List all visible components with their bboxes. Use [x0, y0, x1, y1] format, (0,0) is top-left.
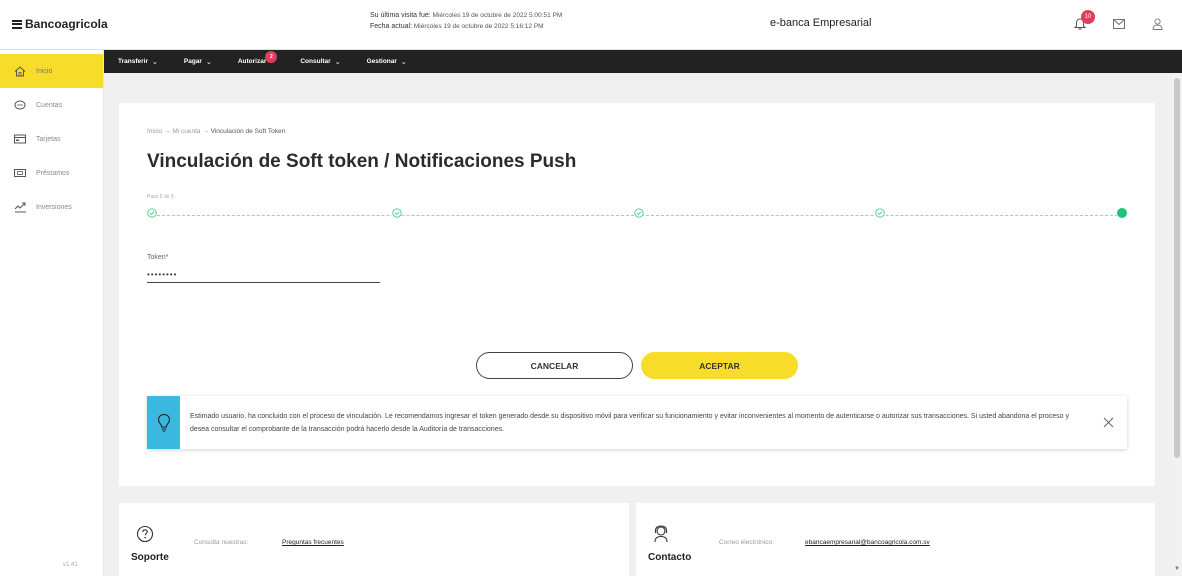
- breadcrumb-inicio[interactable]: Inicio: [147, 128, 162, 135]
- chevron-down-icon: ⌄: [334, 58, 341, 66]
- accept-button[interactable]: ACEPTAR: [641, 352, 798, 379]
- token-label: Token*: [147, 254, 169, 261]
- card-icon: [12, 132, 28, 146]
- sidebar-item-inversiones[interactable]: Inversiones: [0, 190, 103, 224]
- check-circle-icon: [874, 207, 885, 218]
- sidebar-item-label: Préstamos: [36, 169, 70, 177]
- chevron-down-icon: ⌄: [400, 58, 407, 66]
- sidebar-item-prestamos[interactable]: Préstamos: [0, 156, 103, 190]
- faq-link[interactable]: Preguntas frecuentes: [282, 539, 344, 546]
- sidebar-item-label: Inversiones: [36, 203, 72, 211]
- step-1-complete: [146, 207, 157, 218]
- visit-info: Su última visita fue: Miércoles 19 de oc…: [370, 10, 562, 32]
- close-icon: [1103, 417, 1113, 428]
- main-card: Inicio → Mi cuenta → Vinculación de Soft…: [119, 103, 1155, 486]
- step-label: Paso 5 de 5: [147, 194, 174, 200]
- token-input[interactable]: [147, 266, 380, 283]
- current-date-label: Fecha actual:: [370, 23, 413, 30]
- product-name: e-banca Empresarial: [770, 17, 872, 29]
- nav-item-label: Pagar: [183, 58, 202, 65]
- last-visit-value: Miércoles 19 de octubre de 2022 5:00:51 …: [432, 12, 563, 19]
- contact-description: Correo electrónico:: [719, 539, 774, 546]
- autorizar-badge: 2: [265, 51, 278, 63]
- nav-pagar[interactable]: Pagar ⌄: [184, 58, 212, 66]
- nav-item-label: Autorizar: [237, 58, 267, 65]
- app-version: v1.41: [63, 562, 78, 568]
- nav-transferir[interactable]: Transferir ⌄: [118, 58, 158, 66]
- help-circle-icon: [136, 525, 154, 548]
- breadcrumb-mi-cuenta[interactable]: Mi cuenta: [172, 128, 200, 135]
- loan-icon: [12, 166, 28, 180]
- breadcrumb-current: Vinculación de Soft Token: [210, 128, 286, 135]
- lightbulb-icon: [147, 396, 180, 449]
- cancel-button[interactable]: CANCELAR: [476, 352, 633, 379]
- arrow-right-icon: →: [202, 128, 209, 135]
- notification-badge: 10: [1081, 10, 1095, 24]
- sidebar-item-inicio[interactable]: Inicio: [0, 54, 103, 88]
- page-scrollbar[interactable]: ▼: [1172, 73, 1182, 576]
- scroll-down-arrow-icon[interactable]: ▼: [1174, 566, 1180, 572]
- messages-button[interactable]: [1107, 12, 1131, 36]
- last-visit-label: Su última visita fue:: [370, 12, 431, 19]
- nav-consultar[interactable]: Consultar ⌄: [300, 58, 340, 66]
- scrollbar-thumb[interactable]: [1174, 78, 1180, 458]
- investment-icon: [12, 200, 28, 214]
- nav-item-label: Transferir: [118, 58, 148, 65]
- user-icon: [1152, 18, 1162, 30]
- bank-logo[interactable]: Bancoagricola: [12, 17, 108, 31]
- nav-item-label: Consultar: [300, 58, 331, 65]
- support-title: Soporte: [131, 552, 169, 563]
- envelope-icon: [1113, 19, 1125, 29]
- step-5-current: [1116, 207, 1127, 218]
- sidebar-item-tarjetas[interactable]: Tarjetas: [0, 122, 103, 156]
- logo-text: Bancoagricola: [25, 17, 108, 31]
- close-alert-button[interactable]: [1093, 408, 1123, 438]
- step-4-complete: [874, 207, 885, 218]
- chevron-down-icon: ⌄: [205, 58, 212, 66]
- page-title: Vinculación de Soft token / Notificacion…: [147, 151, 577, 172]
- wallet-icon: [12, 98, 28, 112]
- top-navbar: Transferir ⌄ Pagar ⌄ Autorizar 2 Consultar…: [104, 50, 1182, 73]
- arrow-right-icon: →: [164, 128, 171, 135]
- alert-message: Estimado usuario, ha concluido con el pr…: [190, 412, 1069, 433]
- contact-card: Contacto Correo electrónico: ebancaempre…: [636, 503, 1155, 576]
- current-step-dot: [1116, 207, 1127, 218]
- check-circle-icon: [633, 207, 644, 218]
- user-profile-button[interactable]: [1145, 12, 1169, 36]
- chevron-down-icon: ⌄: [152, 58, 158, 66]
- nav-item-label: Gestionar: [366, 58, 397, 65]
- breadcrumb: Inicio → Mi cuenta → Vinculación de Soft…: [147, 128, 285, 135]
- contact-email-link[interactable]: ebancaempresarial@bancoagricola.com.sv: [805, 539, 930, 546]
- headset-icon: [653, 525, 669, 548]
- sidebar: Inicio Cuentas Tarjetas Préstamos Invers…: [0, 50, 104, 576]
- support-card: Soporte Consulta nuestras: Preguntas fre…: [119, 503, 629, 576]
- step-3-complete: [633, 207, 644, 218]
- logo-mark-icon: [12, 19, 22, 30]
- check-circle-icon: [391, 207, 402, 218]
- check-circle-icon: [146, 207, 157, 218]
- home-icon: [12, 64, 28, 78]
- nav-autorizar[interactable]: Autorizar 2: [237, 51, 278, 65]
- info-alert: Estimado usuario, ha concluido con el pr…: [147, 396, 1127, 449]
- sidebar-item-label: Inicio: [36, 67, 53, 75]
- notifications-button[interactable]: 10: [1068, 10, 1095, 36]
- support-description: Consulta nuestras:: [194, 539, 249, 546]
- sidebar-item-label: Cuentas: [36, 101, 63, 109]
- contact-title: Contacto: [648, 552, 692, 563]
- nav-gestionar[interactable]: Gestionar ⌄: [367, 58, 407, 66]
- step-2-complete: [391, 207, 402, 218]
- sidebar-item-label: Tarjetas: [36, 135, 61, 143]
- top-header: Bancoagricola Su última visita fue: Miér…: [0, 0, 1182, 50]
- sidebar-item-cuentas[interactable]: Cuentas: [0, 88, 103, 122]
- current-date-value: Miércoles 19 de octubre de 2022 5:16:12 …: [413, 23, 544, 30]
